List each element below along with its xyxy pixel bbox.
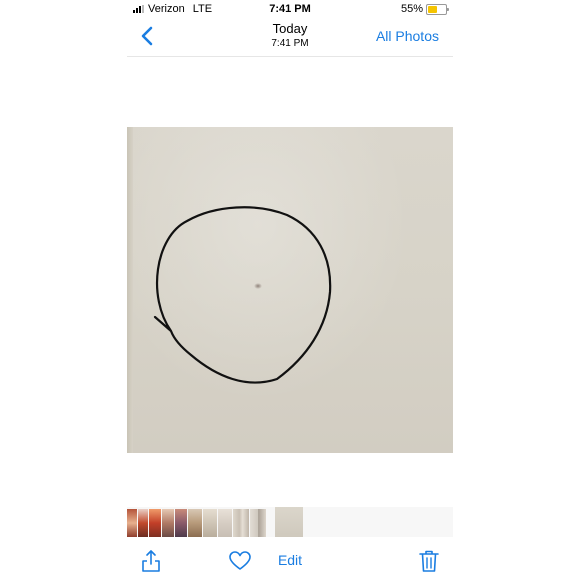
thumbnail[interactable] [218,509,232,537]
battery-percent: 55% [400,3,423,15]
skin-spot [254,283,262,289]
thumbnail-strip[interactable] [127,507,453,537]
thumbnail-selected[interactable] [275,507,303,537]
thumbnail[interactable] [250,509,266,537]
hand-drawn-circle [153,206,332,384]
delete-button[interactable] [419,549,439,578]
thumbnail[interactable] [149,509,161,537]
battery-icon [426,3,449,15]
thumbnail[interactable] [175,509,187,537]
status-bar: Verizon LTE 7:41 PM 55% [127,0,453,18]
thumbnail[interactable] [188,509,202,537]
battery-fill [428,5,437,13]
thumbnail[interactable] [162,509,174,537]
thumbnail[interactable] [127,509,137,537]
photo-viewer-screen: Verizon LTE 7:41 PM 55% Today 7:41 PM Al… [127,0,453,580]
thumbnail[interactable] [203,509,217,537]
edit-button[interactable]: Edit [127,552,453,568]
navigation-bar: Today 7:41 PM All Photos [127,18,453,57]
thumbnail[interactable] [138,509,148,537]
bottom-toolbar: Edit [127,543,453,580]
photo-image[interactable] [127,127,453,453]
all-photos-button[interactable]: All Photos [376,28,439,44]
status-right: 55% [400,3,449,15]
thumbnail[interactable] [233,509,249,537]
trash-icon [419,550,439,572]
